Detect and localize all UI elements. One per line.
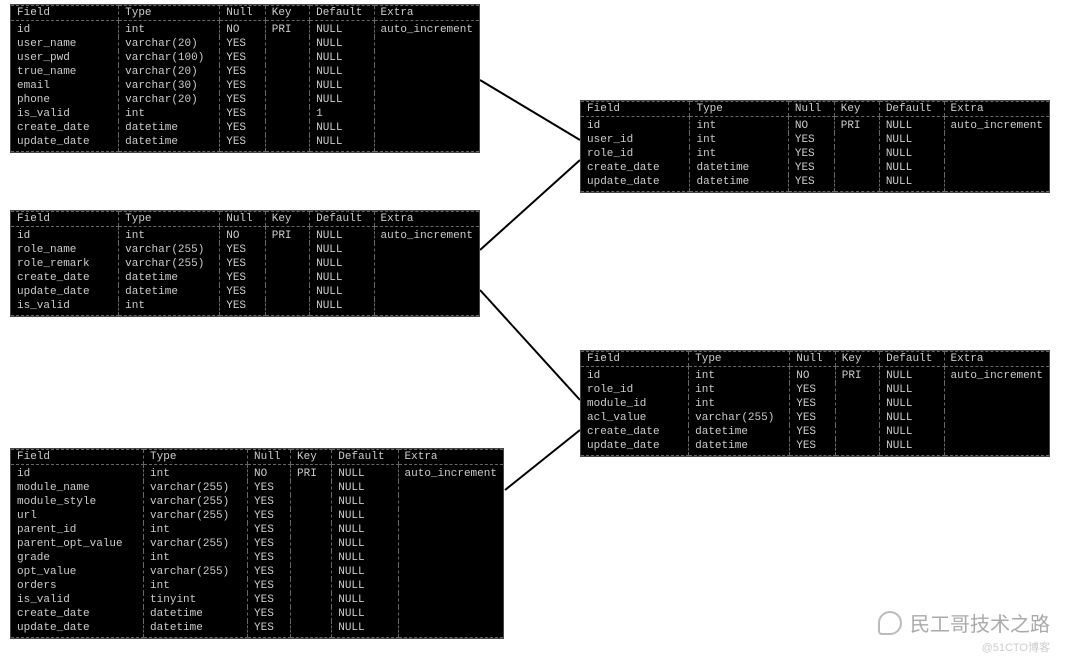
column-header: Null [788,102,834,117]
column-header: Key [265,6,309,21]
table-row: is_validintYES1 [11,107,479,121]
table-user-role: FieldTypeNullKeyDefaultExtraidintNOPRINU… [580,100,1050,193]
table-row: parent_opt_valuevarchar(255)YESNULL [11,537,503,551]
table-row: true_namevarchar(20)YESNULL [11,65,479,79]
column-header: Key [265,212,309,227]
table-row: ordersintYESNULL [11,579,503,593]
column-header: Field [11,450,144,465]
table-row: create_datedatetimeYESNULL [581,425,1049,439]
column-header: Field [581,352,689,367]
table-row: create_datedatetimeYESNULL [581,161,1049,175]
table-row: update_datedatetimeYESNULL [581,175,1049,192]
table-user: FieldTypeNullKeyDefaultExtraidintNOPRINU… [10,4,480,153]
table-row: idintNOPRINULLauto_increment [581,117,1049,134]
column-header: Default [880,352,944,367]
table-module: FieldTypeNullKeyDefaultExtraidintNOPRINU… [10,448,504,639]
table-row: create_datedatetimeYESNULL [11,607,503,621]
column-header: Key [291,450,332,465]
column-header: Type [689,352,790,367]
table-row: user_pwdvarchar(100)YESNULL [11,51,479,65]
table-row: idintNOPRINULLauto_increment [11,21,479,38]
watermark-text: 民工哥技术之路 [910,608,1050,637]
column-header: Extra [374,212,479,227]
table-row: user_namevarchar(20)YESNULL [11,37,479,51]
table-row: phonevarchar(20)YESNULL [11,93,479,107]
table-row: role_idintYESNULL [581,147,1049,161]
column-header: Null [790,352,836,367]
table-row: idintNOPRINULLauto_increment [581,367,1049,384]
column-header: Type [119,6,220,21]
column-header: Field [11,212,119,227]
column-header: Type [119,212,220,227]
watermark-sub: @51CTO博客 [982,639,1050,655]
table-row: user_idintYESNULL [581,133,1049,147]
wechat-icon [878,611,902,635]
table-row: create_datedatetimeYESNULL [11,121,479,135]
column-header: Extra [944,102,1049,117]
column-header: Key [835,352,879,367]
table-row: idintNOPRINULLauto_increment [11,465,503,482]
table-row: module_stylevarchar(255)YESNULL [11,495,503,509]
table-row: acl_valuevarchar(255)YESNULL [581,411,1049,425]
column-header: Default [310,212,374,227]
column-header: Type [690,102,788,117]
column-header: Default [332,450,398,465]
column-header: Null [248,450,291,465]
table-role: FieldTypeNullKeyDefaultExtraidintNOPRINU… [10,210,480,317]
table-row: update_datedatetimeYESNULL [11,621,503,638]
table-row: module_idintYESNULL [581,397,1049,411]
table-row: is_validintYESNULL [11,299,479,316]
table-row: opt_valuevarchar(255)YESNULL [11,565,503,579]
table-row: role_idintYESNULL [581,383,1049,397]
column-header: Field [11,6,119,21]
watermark-main: 民工哥技术之路 [878,608,1050,637]
column-header: Extra [944,352,1049,367]
column-header: Key [834,102,879,117]
table-row: urlvarchar(255)YESNULL [11,509,503,523]
column-header: Field [581,102,690,117]
column-header: Type [144,450,248,465]
table-row: parent_idintYESNULL [11,523,503,537]
table-row: role_namevarchar(255)YESNULL [11,243,479,257]
table-row: update_datedatetimeYESNULL [11,285,479,299]
table-row: update_datedatetimeYESNULL [11,135,479,152]
table-row: emailvarchar(30)YESNULL [11,79,479,93]
column-header: Default [310,6,374,21]
table-row: update_datedatetimeYESNULL [581,439,1049,456]
table-row: module_namevarchar(255)YESNULL [11,481,503,495]
column-header: Null [220,6,266,21]
column-header: Default [879,102,944,117]
table-row: is_validtinyintYESNULL [11,593,503,607]
column-header: Extra [374,6,479,21]
table-row: idintNOPRINULLauto_increment [11,227,479,244]
table-role-module: FieldTypeNullKeyDefaultExtraidintNOPRINU… [580,350,1050,457]
column-header: Extra [398,450,503,465]
column-header: Null [220,212,266,227]
table-row: role_remarkvarchar(255)YESNULL [11,257,479,271]
table-row: create_datedatetimeYESNULL [11,271,479,285]
table-row: gradeintYESNULL [11,551,503,565]
